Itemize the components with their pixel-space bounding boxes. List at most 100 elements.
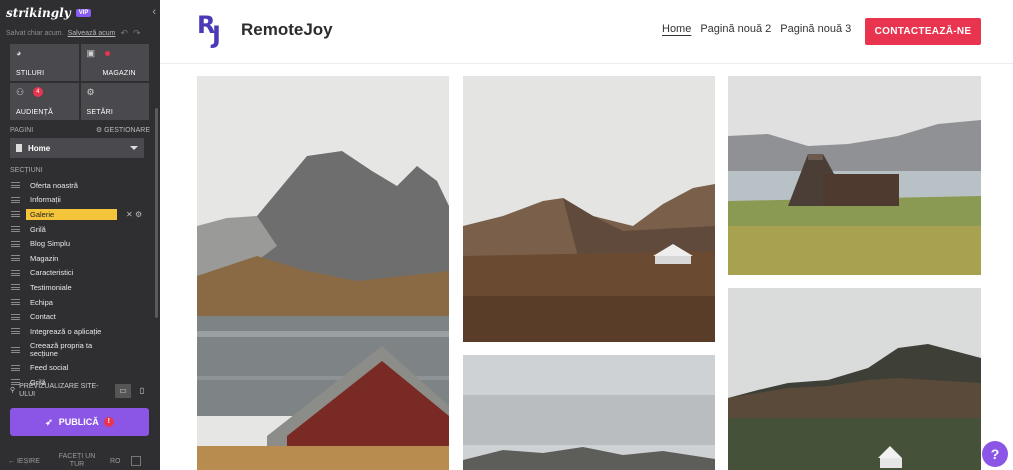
logo-letter-j: J [212,21,221,49]
tile-styles[interactable]: ◕ STILURI [10,44,79,81]
drag-handle-icon[interactable] [11,255,20,262]
section-label: Informații [30,195,61,205]
tile-settings-label: SETĂRI [86,109,113,116]
app-root: strikingly VIP ‹ Salvat chiar acum. Salv… [0,0,1013,470]
section-label: Magazin [30,253,59,263]
site-header: R J RemoteJoy Home Pagină nouă 2 Pagină … [160,0,1013,64]
section-label: Grilă [30,224,46,234]
save-now-link[interactable]: Salvează acum [68,30,116,37]
section-item[interactable]: Feed social [0,361,160,376]
contact-button[interactable]: CONTACTEAZĂ-NE [865,18,981,45]
tile-store-label: MAGAZIN [102,70,136,77]
section-item[interactable]: Blog Simplu [0,236,160,251]
sections-list: Oferta noastră Informații Galerie ✕ ⚙ Gri… [0,178,160,390]
site-nav: Home Pagină nouă 2 Pagină nouă 3 [662,23,860,35]
collapse-sidebar-icon[interactable]: ‹ [152,6,156,18]
nav-link-page-3[interactable]: Pagină nouă 3 [780,23,851,35]
save-status: Salvat chiar acum. Salvează acum ↶ ↷ [0,26,160,40]
gear-icon[interactable]: ⚙ [135,210,142,219]
help-button[interactable]: ? [982,441,1008,467]
section-label: Echipa [30,297,53,307]
tile-audience-label: AUDIENȚĂ [16,109,53,116]
desktop-preview-icon[interactable]: ▭ [115,384,131,398]
section-item-active[interactable]: Galerie ✕ ⚙ [0,207,160,222]
audience-count-badge: 4 [33,87,43,97]
exit-label: IEȘIRE [16,457,40,465]
section-item[interactable]: Grilă [0,222,160,237]
gallery-photo-green-hills[interactable] [728,288,981,470]
nav-link-home[interactable]: Home [662,23,691,35]
manage-label: GESTIONARE [104,127,150,134]
section-item[interactable]: Testimoniale [0,280,160,295]
section-label: Testimoniale [30,282,72,292]
site-logo[interactable]: R J [197,11,231,49]
drag-handle-icon[interactable] [11,182,20,189]
section-label: Integrează o aplicație [30,326,102,336]
site-name[interactable]: RemoteJoy [241,20,333,40]
chevron-down-icon [130,146,138,150]
drag-handle-icon[interactable] [11,226,20,233]
gear-icon: ⚙ [86,87,95,97]
section-label: Galerie [26,208,117,220]
saved-text: Salvat chiar acum. [6,29,64,37]
section-item[interactable]: Echipa [0,295,160,310]
section-actions: ✕ ⚙ [126,210,142,219]
nav-link-page-2[interactable]: Pagină nouă 2 [700,23,771,35]
section-item[interactable]: Integrează o aplicație [0,324,160,339]
drag-handle-icon[interactable] [11,364,20,371]
drag-handle-icon[interactable] [11,328,20,335]
exit-button[interactable]: ← IEȘIRE [8,458,52,465]
tile-styles-label: STILURI [16,70,45,77]
publish-warning-badge: ! [103,417,114,427]
tile-settings[interactable]: ⚙ SETĂRI [80,83,149,120]
section-item[interactable]: Contact [0,309,160,324]
sections-header: SECȚIUNI [0,164,160,176]
redo-icon[interactable]: ↷ [133,28,141,39]
section-item[interactable]: Oferta noastră [0,178,160,193]
gallery-photo-a-frame-cabin[interactable] [728,76,981,275]
manage-pages-link[interactable]: ⚙ GESTIONARE [96,126,150,134]
section-label: Feed social [30,363,69,373]
delete-icon[interactable]: ✕ [126,210,133,219]
section-label: Contact [30,312,56,322]
section-item[interactable]: Creează propria ta secțiune [0,339,160,361]
drag-handle-icon[interactable] [11,240,20,247]
section-label: Caracteristici [30,268,74,278]
mobile-preview-icon[interactable]: ▯ [134,384,150,398]
preview-bar: ⚲ PREVIZUALIZARE SITE-ULUI ▭ ▯ [0,380,160,402]
gallery-photo-cloudy-coast[interactable] [463,355,715,470]
drag-handle-icon[interactable] [11,211,20,218]
editor-sidebar: strikingly VIP ‹ Salvat chiar acum. Salv… [0,0,160,470]
sidebar-bottom: ⚲ PREVIZUALIZARE SITE-ULUI ▭ ▯ ➶ PUBLICĂ… [0,380,160,436]
section-label: Creează propria ta secțiune [30,340,93,358]
sidebar-scrollbar[interactable] [155,108,158,318]
gallery-photo-mountain-lake[interactable] [197,76,449,470]
page-icon [16,144,22,152]
tour-link[interactable]: FACEȚI UN TUR [52,453,102,469]
people-icon: ⚇ [16,87,25,97]
language-selector[interactable]: RO [110,458,121,465]
sections-label: SECȚIUNI [10,166,43,174]
undo-icon[interactable]: ↶ [120,28,128,39]
drag-handle-icon[interactable] [11,269,20,276]
drag-handle-icon[interactable] [11,284,20,291]
preview-label[interactable]: PREVIZUALIZARE SITE-ULUI [19,383,112,399]
publish-button[interactable]: ➶ PUBLICĂ ! [10,408,149,436]
gallery-photo-valley-house[interactable] [463,76,715,342]
section-item[interactable]: Caracteristici [0,266,160,281]
drag-handle-icon[interactable] [11,196,20,203]
drag-handle-icon[interactable] [11,313,20,320]
section-item[interactable]: Informații [0,193,160,208]
page-select[interactable]: Home [10,138,144,158]
publish-label: PUBLICĂ [58,417,99,427]
fullscreen-icon[interactable] [130,456,141,466]
tile-store[interactable]: ▣ MAGAZIN [80,44,149,81]
tile-audience[interactable]: ⚇ 4 AUDIENȚĂ [10,83,79,120]
search-icon: ⚲ [10,387,16,394]
drag-handle-icon[interactable] [11,299,20,306]
palette-icon: ◕ [16,48,22,58]
vip-badge: VIP [75,9,92,17]
section-item[interactable]: Magazin [0,251,160,266]
drag-handle-icon[interactable] [11,346,20,353]
section-label: Blog Simplu [30,239,71,249]
